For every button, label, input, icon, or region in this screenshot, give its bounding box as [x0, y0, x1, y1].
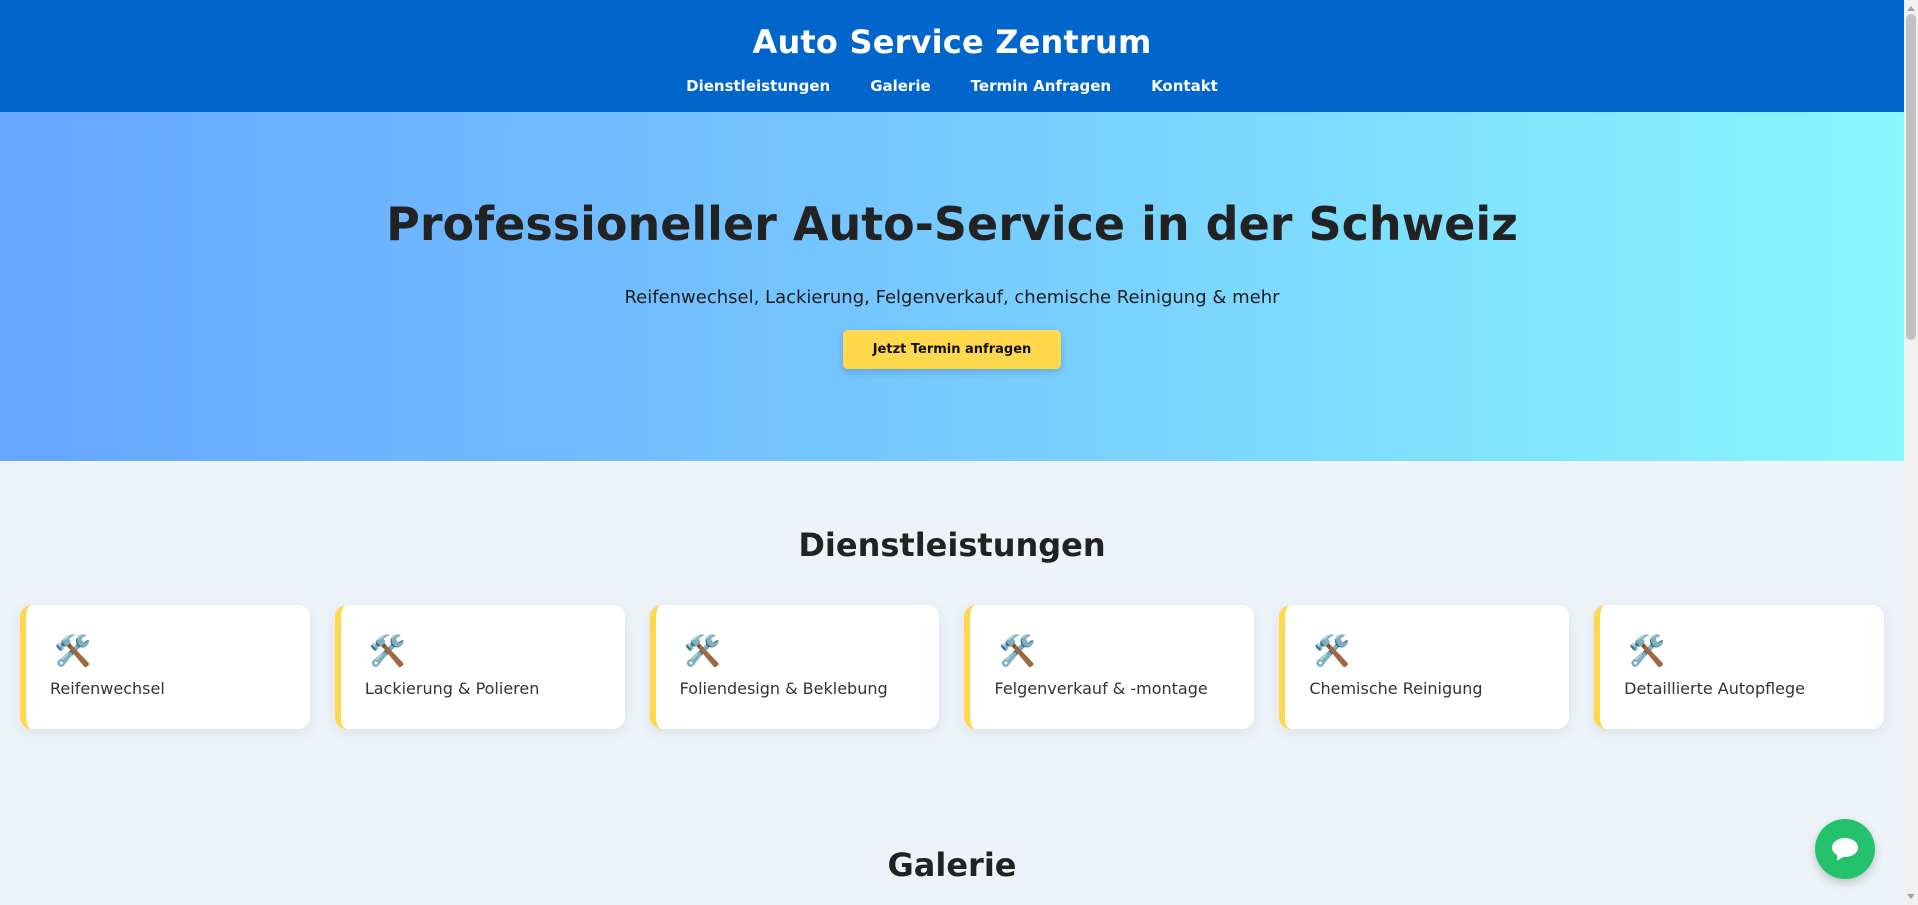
nav-kontakt[interactable]: Kontakt: [1151, 76, 1218, 96]
chat-bubble-icon: [1832, 838, 1858, 857]
gallery-section: Galerie: [0, 729, 1904, 885]
service-label: Lackierung & Polieren: [364, 679, 540, 698]
termin-anfragen-button[interactable]: Jetzt Termin anfragen: [842, 330, 1062, 369]
service-card-foliendesign[interactable]: 🛠️ Foliendesign & Beklebung: [649, 605, 940, 729]
tools-icon: 🛠️: [54, 634, 92, 669]
service-card-chemische-reinigung[interactable]: 🛠️ Chemische Reinigung: [1279, 605, 1570, 729]
service-label: Felgenverkauf & -montage: [994, 679, 1208, 698]
tools-icon: 🛠️: [1313, 634, 1351, 669]
tools-icon: 🛠️: [368, 634, 407, 669]
service-card-autopflege[interactable]: 🛠️ Detaillierte Autopflege: [1594, 605, 1884, 729]
service-card-felgenverkauf[interactable]: 🛠️ Felgenverkauf & -montage: [964, 605, 1255, 729]
main-nav: Dienstleistungen Galerie Termin Anfragen…: [0, 76, 1904, 96]
service-label: Detaillierte Autopflege: [1624, 679, 1806, 698]
site-title: Auto Service Zentrum: [752, 23, 1152, 61]
chat-button[interactable]: [1815, 819, 1875, 879]
tools-icon: 🛠️: [683, 634, 722, 669]
tools-icon: 🛠️: [1628, 634, 1666, 669]
tools-icon: 🛠️: [998, 634, 1036, 669]
nav-dienstleistungen[interactable]: Dienstleistungen: [686, 76, 830, 96]
hero-subtitle: Reifenwechsel, Lackierung, Felgenverkauf…: [624, 287, 1280, 308]
site-header: Auto Service Zentrum Dienstleistungen Ga…: [0, 0, 1904, 112]
nav-termin-anfragen[interactable]: Termin Anfragen: [971, 76, 1111, 96]
vertical-scrollbar[interactable]: [1904, 0, 1918, 905]
gallery-title: Galerie: [887, 846, 1017, 884]
services-title: Dienstleistungen: [798, 526, 1106, 564]
service-label: Reifenwechsel: [50, 679, 165, 698]
hero-section: Professioneller Auto-Service in der Schw…: [0, 112, 1904, 461]
scroll-down-arrow-icon[interactable]: [1907, 894, 1915, 899]
scrollbar-thumb[interactable]: [1906, 14, 1916, 340]
scroll-up-arrow-icon[interactable]: [1907, 6, 1915, 11]
service-card-reifenwechsel[interactable]: 🛠️ Reifenwechsel: [20, 605, 310, 729]
service-label: Foliendesign & Beklebung: [679, 679, 888, 698]
service-card-lackierung[interactable]: 🛠️ Lackierung & Polieren: [334, 605, 625, 729]
service-label: Chemische Reinigung: [1309, 679, 1483, 698]
hero-heading: Professioneller Auto-Service in der Schw…: [386, 197, 1518, 251]
service-cards: 🛠️ Reifenwechsel 🛠️ Lackierung & Poliere…: [0, 605, 1904, 729]
page: Auto Service Zentrum Dienstleistungen Ga…: [0, 0, 1904, 905]
services-section: Dienstleistungen 🛠️ Reifenwechsel 🛠️ Lac…: [0, 461, 1904, 729]
nav-galerie[interactable]: Galerie: [870, 76, 930, 96]
